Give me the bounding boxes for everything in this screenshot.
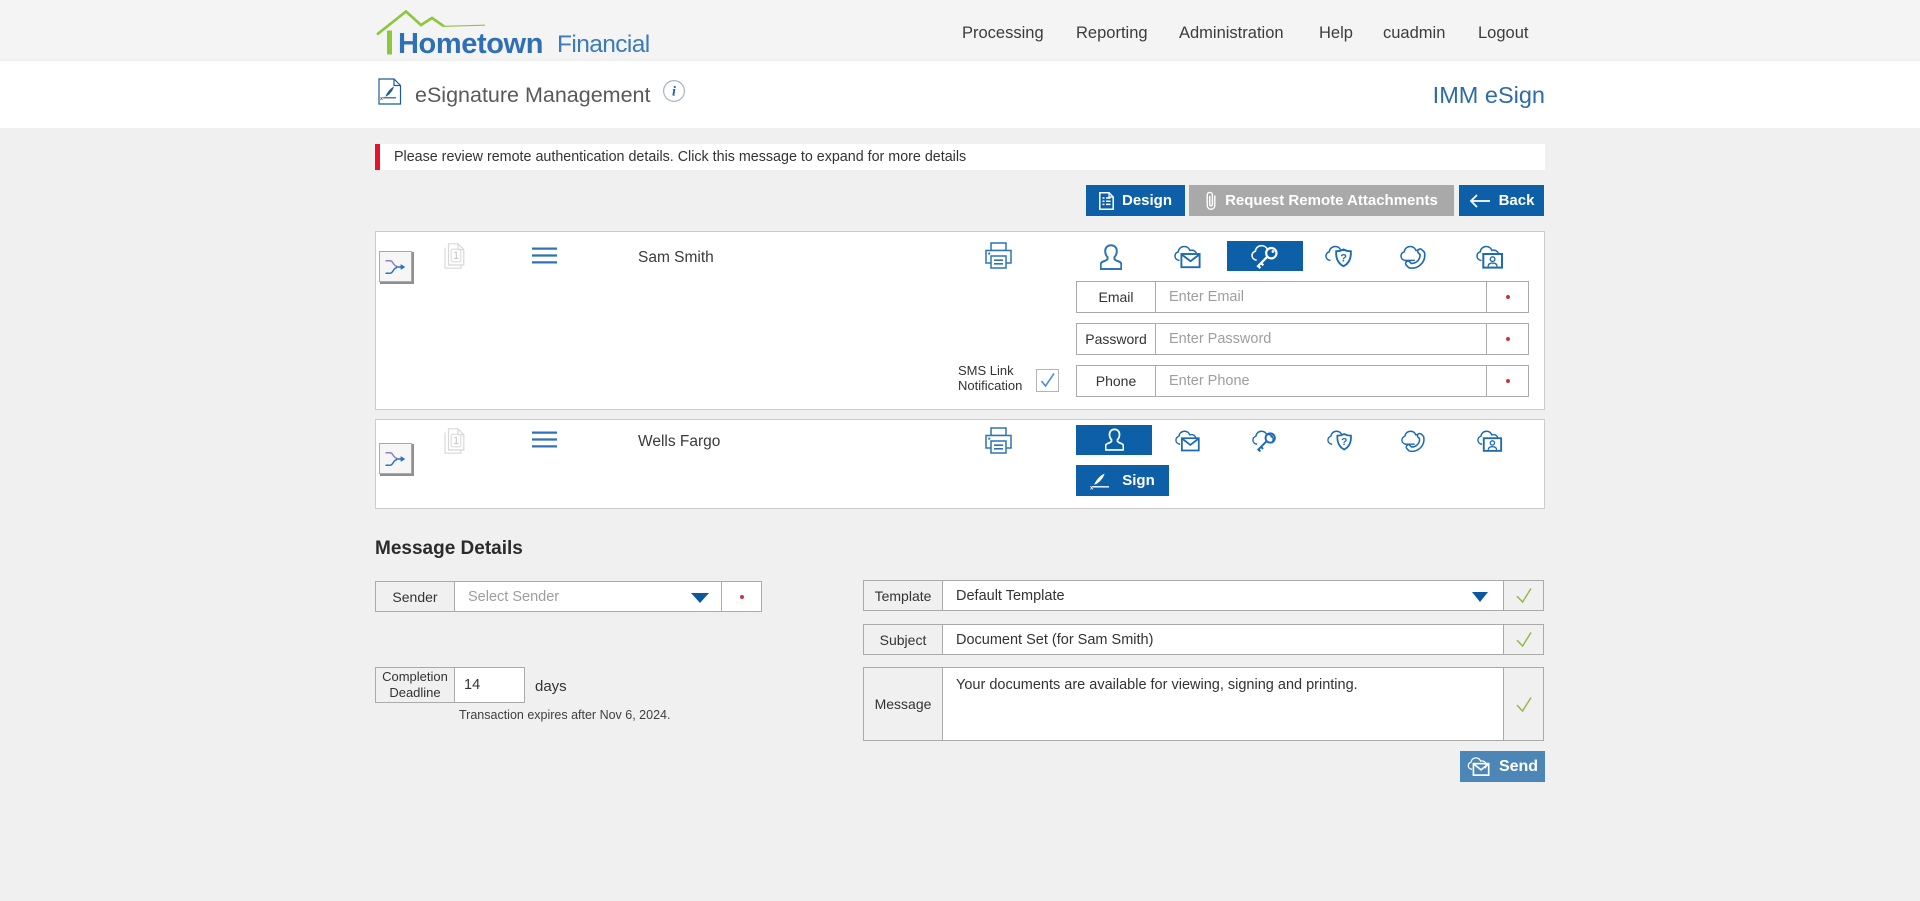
svg-text:1: 1 [453, 250, 459, 262]
svg-text:1: 1 [453, 435, 459, 447]
svg-text:i: i [672, 85, 676, 100]
